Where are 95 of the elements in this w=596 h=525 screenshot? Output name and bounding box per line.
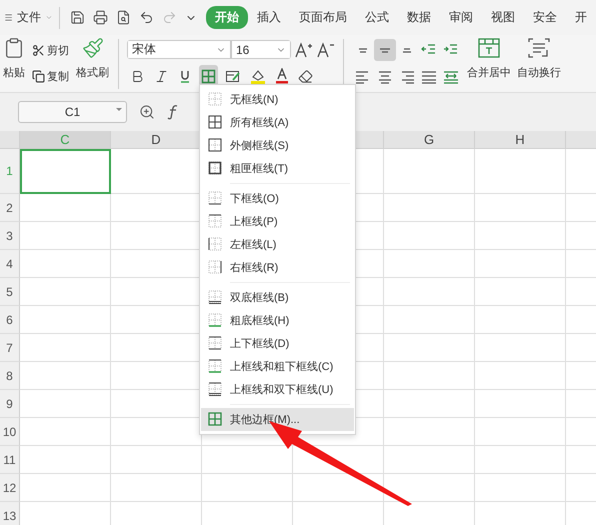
function-icon[interactable] <box>167 104 179 120</box>
copy-icon <box>32 70 45 84</box>
border-style-icon <box>208 313 222 328</box>
row-header[interactable]: 6 <box>0 306 20 334</box>
row-header[interactable]: 12 <box>0 474 20 502</box>
menu-item[interactable]: 双底框线(B) <box>201 286 354 309</box>
column-header[interactable]: D <box>111 131 202 149</box>
grow-font-icon[interactable] <box>295 42 313 58</box>
menu-item[interactable]: 左框线(L) <box>201 233 354 256</box>
border-style-icon <box>208 382 222 397</box>
border-icon <box>201 68 216 84</box>
ribbon-tab[interactable]: 安全 <box>524 6 566 29</box>
column-header[interactable]: H <box>475 131 566 149</box>
menu-item[interactable]: 其他边框(M)... <box>201 408 354 431</box>
menu-item[interactable]: 右框线(R) <box>201 256 354 279</box>
border-style-icon <box>208 138 222 153</box>
menu-item[interactable]: 粗匣框线(T) <box>201 157 354 180</box>
selected-cell[interactable] <box>20 149 111 194</box>
menu-item[interactable]: 粗底框线(H) <box>201 309 354 332</box>
font-color-icon <box>275 68 289 84</box>
border-style-icon <box>208 191 222 206</box>
brush-icon <box>82 37 104 59</box>
align-distribute-icon <box>443 68 459 85</box>
ribbon-tab[interactable]: 公式 <box>356 6 398 29</box>
cell-style-icon <box>225 68 241 84</box>
font-size-field[interactable]: 16 <box>231 40 291 59</box>
shrink-font-icon[interactable] <box>317 42 335 58</box>
align-right-icon <box>399 68 415 85</box>
menu-item[interactable]: 外侧框线(S) <box>201 134 354 157</box>
border-style-icon <box>208 92 222 107</box>
scissors-icon <box>32 44 45 57</box>
align-bottom-icon <box>402 48 412 53</box>
file-menu[interactable]: 文件 <box>17 9 42 26</box>
ribbon-tab[interactable]: 数据 <box>398 6 440 29</box>
clipboard-icon <box>3 37 25 59</box>
border-style-icon <box>208 412 222 427</box>
row-header[interactable]: 9 <box>0 390 20 418</box>
menu-item[interactable]: 无框线(N) <box>201 88 354 111</box>
font-size-value: 16 <box>236 42 250 56</box>
row-header[interactable]: 11 <box>0 446 20 474</box>
align-left-icon <box>355 68 371 85</box>
row-header[interactable]: 4 <box>0 250 20 278</box>
name-box[interactable]: C1 <box>18 101 127 123</box>
ribbon-tab[interactable]: 视图 <box>482 6 524 29</box>
wrap-text-icon <box>527 37 551 59</box>
format-painter-button[interactable]: 格式刷 <box>73 35 112 92</box>
redo-icon <box>162 10 178 25</box>
fill-color-icon <box>250 68 266 84</box>
menu-item[interactable]: 上下框线(D) <box>201 332 354 355</box>
copy-button[interactable]: 复制 <box>30 68 71 86</box>
font-name-value: 宋体 <box>132 41 156 58</box>
save-icon <box>70 10 86 25</box>
eraser-icon <box>298 68 313 84</box>
underline-icon <box>178 68 192 84</box>
font-name-field[interactable]: 宋体 <box>127 40 231 59</box>
wrap-text-button[interactable]: 自动换行 <box>514 35 564 92</box>
paste-button[interactable]: 粘贴 <box>0 35 28 92</box>
row-header[interactable]: 5 <box>0 278 20 306</box>
border-style-icon <box>208 336 222 351</box>
row-header[interactable]: 13 <box>0 502 20 525</box>
border-style-icon <box>208 237 222 252</box>
menu-item[interactable]: 上框线和双下框线(U) <box>201 378 354 401</box>
border-style-icon <box>208 161 222 176</box>
italic-icon <box>154 68 169 84</box>
row-header[interactable]: 7 <box>0 334 20 362</box>
row-header[interactable]: 10 <box>0 418 20 446</box>
cut-button[interactable]: 剪切 <box>30 42 71 59</box>
document-search-icon <box>116 10 132 25</box>
printer-icon <box>93 10 108 25</box>
align-middle-icon <box>379 48 391 53</box>
align-top-icon <box>358 48 368 53</box>
ribbon-tab[interactable]: 插入 <box>248 6 290 29</box>
column-header[interactable]: G <box>384 131 475 149</box>
align-justify-icon <box>421 68 437 85</box>
menu-item[interactable]: 所有框线(A) <box>201 111 354 134</box>
menu-item[interactable]: 下框线(O) <box>201 187 354 210</box>
row-header[interactable]: 8 <box>0 362 20 390</box>
ribbon-tab[interactable]: 审阅 <box>440 6 482 29</box>
border-style-icon <box>208 260 222 275</box>
zoom-icon[interactable] <box>139 104 155 120</box>
ribbon-tab[interactable]: 开 <box>566 6 596 29</box>
border-style-icon <box>208 115 222 130</box>
row-header[interactable]: 2 <box>0 194 20 222</box>
undo-icon <box>139 10 154 25</box>
menu-item[interactable]: 上框线(P) <box>201 210 354 233</box>
merge-center-button[interactable]: 合并居中 <box>464 35 514 92</box>
border-style-icon <box>208 290 222 305</box>
align-center-icon <box>377 68 393 85</box>
menu-item[interactable]: 上框线和粗下框线(C) <box>201 355 354 378</box>
align-button[interactable] <box>374 39 396 62</box>
border-style-icon <box>208 214 222 229</box>
merge-cells-icon <box>477 37 501 59</box>
ribbon-tab[interactable]: 页面布局 <box>290 6 356 29</box>
row-header[interactable]: 3 <box>0 222 20 250</box>
border-style-icon <box>208 359 222 374</box>
